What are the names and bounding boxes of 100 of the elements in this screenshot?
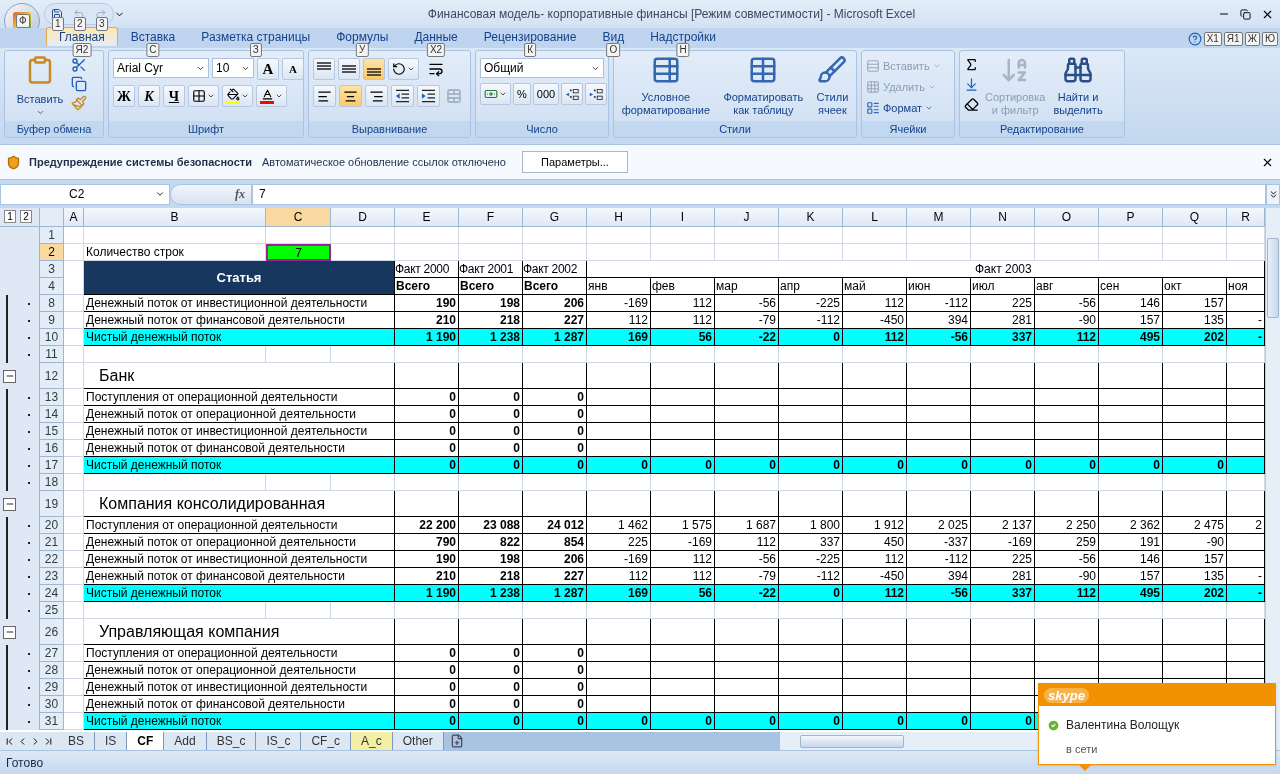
wrap-text-icon[interactable] xyxy=(428,61,444,77)
ribbon-tab[interactable]: Данные xyxy=(401,27,471,46)
align-left-button[interactable] xyxy=(313,85,336,107)
font-style-button[interactable]: К xyxy=(138,85,160,107)
row-header[interactable]: 3 xyxy=(40,261,64,278)
font-style-button[interactable]: Ч xyxy=(163,85,185,107)
font-size-field[interactable]: 10 xyxy=(212,58,254,78)
sheet-tab[interactable]: Add xyxy=(164,732,207,750)
row-header[interactable]: 11 xyxy=(40,346,64,363)
last-sheet-icon[interactable] xyxy=(43,735,54,747)
grow-font-button[interactable]: A xyxy=(257,58,279,80)
align-center-button[interactable] xyxy=(339,85,362,107)
font-color-button[interactable] xyxy=(256,85,287,107)
sheet-tab[interactable]: BS_c xyxy=(206,732,257,750)
row-header[interactable]: 13 xyxy=(40,389,64,406)
column-header[interactable]: Q xyxy=(1163,208,1227,227)
vertical-scrollbar[interactable] xyxy=(1265,208,1280,732)
sum-icon[interactable] xyxy=(964,57,979,72)
row-header[interactable]: 15 xyxy=(40,423,64,440)
outline-level-button[interactable]: 1 xyxy=(4,210,16,223)
column-header[interactable]: F xyxy=(459,208,523,227)
increase-indent-button[interactable] xyxy=(417,85,440,107)
column-header[interactable]: O xyxy=(1035,208,1099,227)
row-header[interactable]: 21 xyxy=(40,534,64,551)
row-header[interactable]: 27 xyxy=(40,645,64,662)
number-style-button[interactable]: % xyxy=(513,83,531,105)
decrease-indent-button[interactable] xyxy=(391,85,414,107)
align-right-button[interactable] xyxy=(365,85,388,107)
styles-button[interactable]: Условное форматирование xyxy=(621,55,710,121)
column-header[interactable]: G xyxy=(523,208,587,227)
outline-level-button[interactable]: 2 xyxy=(20,210,32,223)
column-header[interactable]: E xyxy=(395,208,459,227)
row-header[interactable]: 16 xyxy=(40,440,64,457)
column-header[interactable]: H xyxy=(587,208,651,227)
sheet-tab[interactable]: BS xyxy=(58,732,95,750)
fill-down-icon[interactable] xyxy=(964,77,979,92)
name-box[interactable]: C2 xyxy=(0,183,170,205)
expand-button[interactable] xyxy=(1266,183,1280,205)
row-header[interactable]: 29 xyxy=(40,679,64,696)
column-header[interactable]: R xyxy=(1227,208,1265,227)
column-header[interactable]: B xyxy=(84,208,266,227)
row-header[interactable]: 19 xyxy=(40,491,64,517)
save-icon[interactable] xyxy=(51,8,63,20)
scissors-icon[interactable] xyxy=(71,57,87,73)
ribbon-tab[interactable]: Надстройки xyxy=(637,27,729,46)
selected-cell[interactable]: 7 xyxy=(266,244,331,261)
row-header[interactable]: 9 xyxy=(40,312,64,329)
restore-icon[interactable] xyxy=(1240,8,1251,20)
sheet-tab[interactable]: Other xyxy=(392,732,444,750)
ribbon-tab[interactable]: Разметка страницы xyxy=(188,27,324,46)
row-header[interactable]: 24 xyxy=(40,585,64,602)
row-header[interactable]: 25 xyxy=(40,602,64,619)
function-button[interactable]: fx xyxy=(170,183,252,205)
ribbon-tab[interactable]: Рецензирование xyxy=(470,27,590,46)
row-header[interactable]: 2 xyxy=(40,244,64,261)
shrink-font-button[interactable]: A xyxy=(282,58,303,80)
column-header[interactable]: L xyxy=(843,208,907,227)
sheet-tab[interactable]: CF xyxy=(127,732,165,750)
editing-button[interactable]: Найти и выделить xyxy=(1051,55,1105,121)
row-header[interactable]: 22 xyxy=(40,551,64,568)
row-header[interactable]: 17 xyxy=(40,457,64,474)
styles-button[interactable]: Стили ячеек xyxy=(816,55,849,121)
column-header[interactable]: N xyxy=(971,208,1035,227)
sheet-tab[interactable]: IS xyxy=(95,732,128,750)
row-header[interactable]: 26 xyxy=(40,619,64,645)
row-header[interactable]: 4 xyxy=(40,278,64,295)
sheet-tab[interactable]: A_c xyxy=(351,732,393,750)
help-icon[interactable] xyxy=(1187,31,1202,46)
row-header[interactable]: 10 xyxy=(40,329,64,346)
align-bottom-button[interactable] xyxy=(363,58,385,80)
scroll-thumb[interactable] xyxy=(1267,238,1279,318)
cells-button[interactable]: Формат xyxy=(866,99,941,117)
collapse-button[interactable] xyxy=(3,625,17,639)
column-header[interactable]: A xyxy=(64,208,84,227)
font-style-button[interactable]: Ж xyxy=(113,85,135,107)
ribbon-tab[interactable]: Вид xyxy=(589,27,638,46)
align-middle-button[interactable] xyxy=(338,58,360,80)
collapse-button[interactable] xyxy=(3,369,17,383)
ribbon-tab[interactable]: Вставка xyxy=(117,27,189,46)
sheet-tab[interactable]: IS_c xyxy=(256,732,302,750)
row-header[interactable]: 8 xyxy=(40,295,64,312)
align-top-button[interactable] xyxy=(313,58,335,80)
sheet-tab[interactable]: CF_c xyxy=(301,732,352,750)
row-header[interactable]: 18 xyxy=(40,474,64,491)
row-header[interactable]: 12 xyxy=(40,363,64,389)
collapse-button[interactable] xyxy=(3,497,17,511)
row-header[interactable]: 31 xyxy=(40,713,64,730)
column-header[interactable]: D xyxy=(331,208,395,227)
copy-icon[interactable] xyxy=(71,76,87,92)
ribbon-tab[interactable]: Формулы xyxy=(323,27,402,46)
options-button[interactable]: Параметры... xyxy=(522,151,628,173)
row-header[interactable]: 14 xyxy=(40,406,64,423)
paste-button[interactable]: Вставить xyxy=(9,55,71,121)
orientation-button[interactable] xyxy=(388,58,419,80)
eraser-icon[interactable] xyxy=(964,97,979,112)
scroll-thumb[interactable] xyxy=(800,734,904,748)
column-header[interactable]: J xyxy=(715,208,779,227)
font-name-field[interactable]: Arial Cyr xyxy=(113,58,209,78)
number-format-field[interactable]: Общий xyxy=(480,58,604,78)
row-header[interactable]: 20 xyxy=(40,517,64,534)
